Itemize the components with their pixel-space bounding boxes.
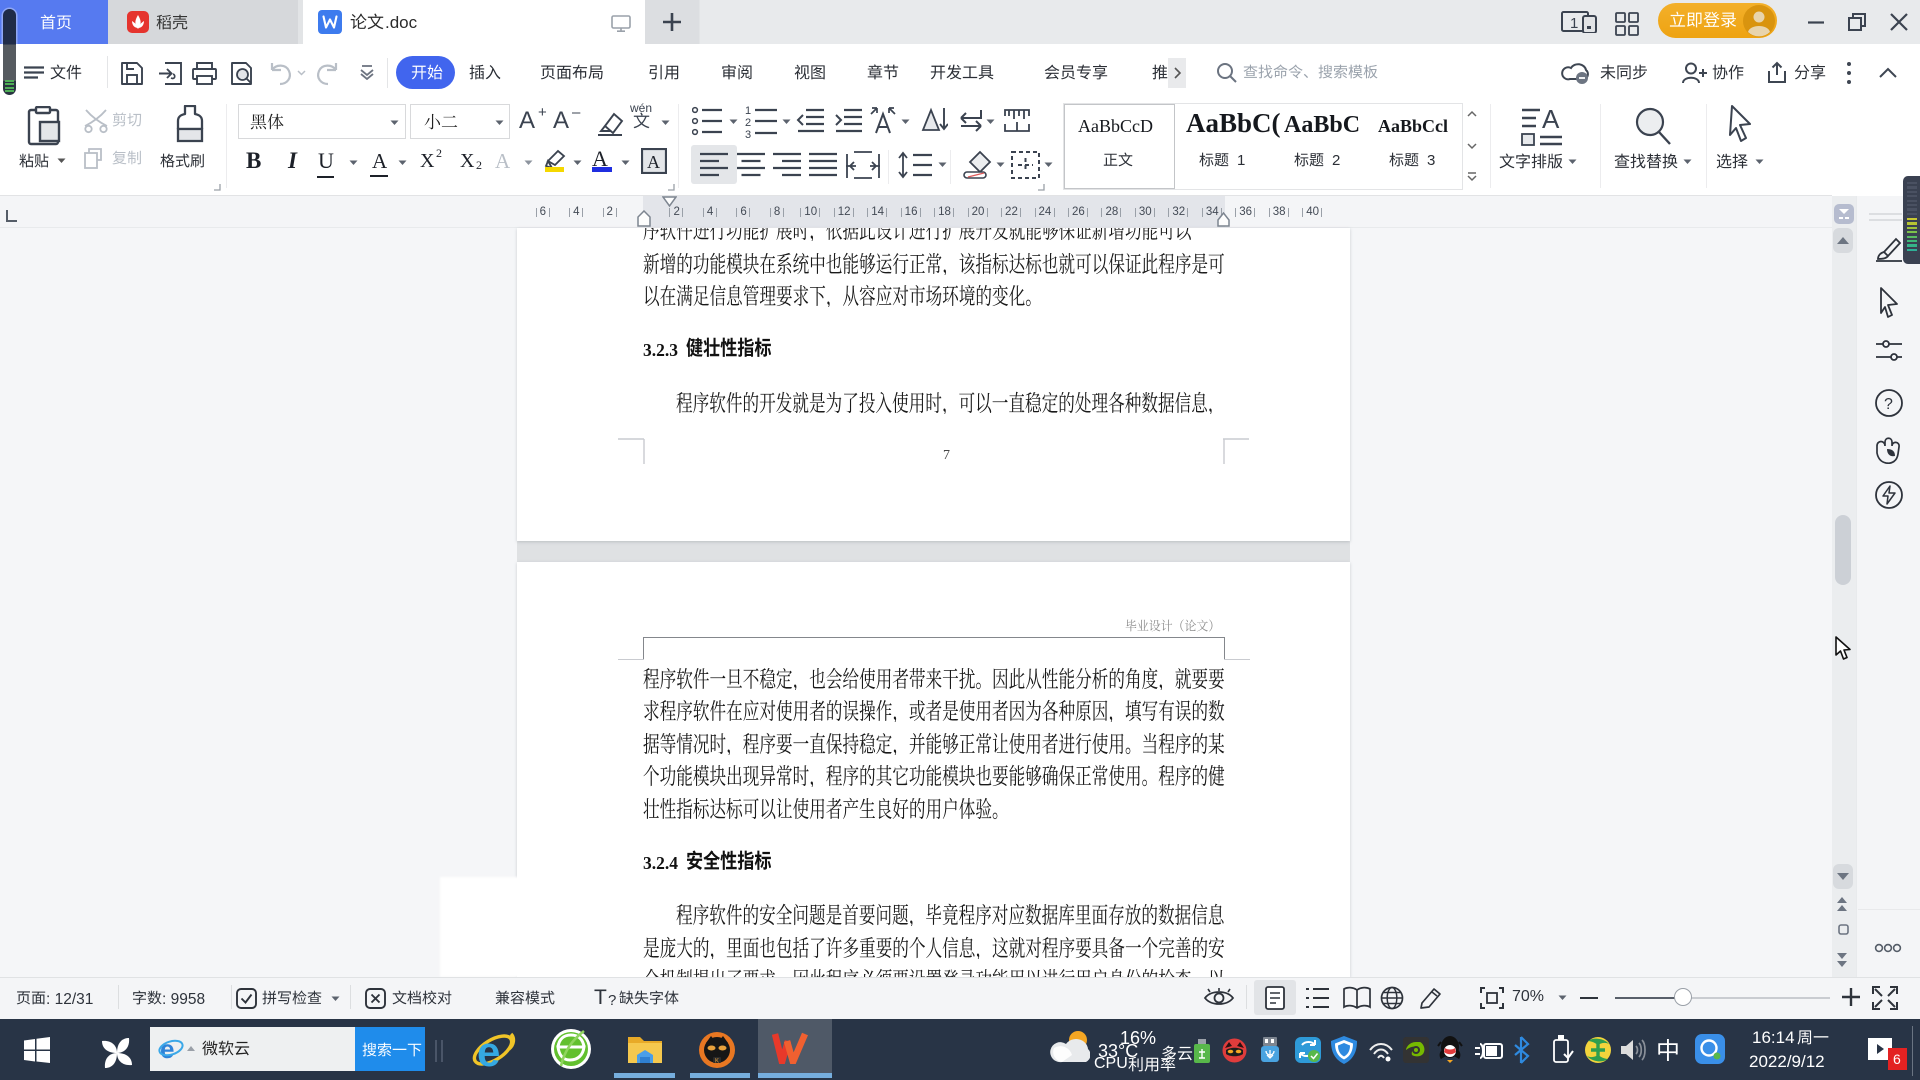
svg-text:?: ?: [1884, 396, 1893, 413]
svg-text:2: 2: [745, 117, 751, 129]
svg-text:e: e: [477, 1028, 500, 1072]
svg-text:1: 1: [1570, 15, 1578, 32]
svg-text:K: K: [715, 1059, 719, 1065]
svg-text:A: A: [1542, 106, 1560, 134]
svg-text:e: e: [160, 1035, 174, 1063]
svg-text:1: 1: [745, 105, 751, 117]
svg-text:A: A: [647, 152, 660, 172]
svg-text:3: 3: [745, 129, 751, 138]
